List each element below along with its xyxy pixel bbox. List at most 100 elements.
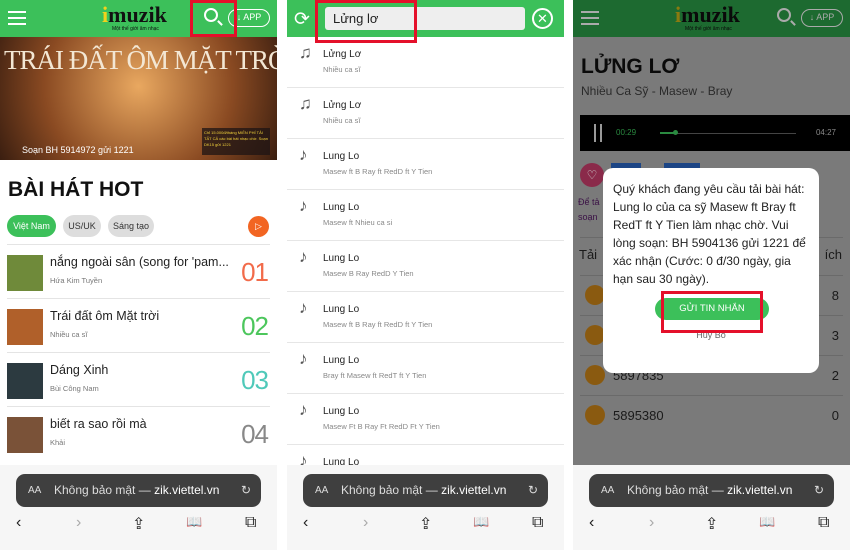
share-icon[interactable]: ⇪ bbox=[132, 514, 145, 534]
song-rank: 01 bbox=[241, 257, 269, 287]
result-title: Lung Lo bbox=[323, 151, 360, 162]
ringtone-icon: ♪ bbox=[299, 400, 308, 419]
instruction-text: Để tả bbox=[578, 197, 600, 207]
share-icon[interactable]: ⇪ bbox=[419, 514, 432, 534]
search-result[interactable]: ♪ Lung Lo Masew ft B Ray ft RedD ft Y Tien bbox=[287, 139, 564, 190]
logo-tagline: Một thế giới âm nhạc bbox=[685, 26, 732, 32]
security-label: Không bảo mật — bbox=[341, 483, 442, 497]
chip-us-uk[interactable]: US/UK bbox=[63, 215, 101, 237]
progress-track[interactable] bbox=[660, 133, 796, 134]
music-notes-icon: ♫ bbox=[299, 43, 312, 62]
song-row[interactable]: nắng ngoài sân (song for 'pam... Hứa Kim … bbox=[7, 244, 270, 298]
song-rank: 03 bbox=[241, 365, 269, 395]
progress-handle[interactable] bbox=[672, 130, 678, 135]
song-artist: Bùi Công Nam bbox=[50, 384, 99, 393]
result-artist: Masew B Ray RedD Y Tien bbox=[323, 269, 414, 278]
forward-icon[interactable]: › bbox=[76, 514, 81, 532]
song-row[interactable]: Trái đất ôm Mặt trời Nhiều ca sĩ 02 bbox=[7, 298, 270, 352]
back-icon[interactable]: ‹ bbox=[589, 514, 594, 532]
chip-sang-tao[interactable]: Sáng tạo bbox=[108, 215, 154, 237]
instruction-text-2: soạn bbox=[578, 212, 598, 222]
download-icon[interactable] bbox=[585, 285, 605, 305]
result-artist: Nhiều ca sĩ bbox=[323, 65, 361, 74]
reader-button[interactable]: AA bbox=[28, 474, 41, 507]
ringtone-icon: ♪ bbox=[299, 298, 308, 317]
search-result[interactable]: ♫ Lửng Lơ Nhiều ca sĩ bbox=[287, 37, 564, 88]
address-bar[interactable]: AA Không bảo mật — zik.viettel.vn ↻ bbox=[589, 474, 834, 507]
search-result[interactable]: ♪ Lung Lo Bray ft Masew ft RedT ft Y Tien bbox=[287, 343, 564, 394]
ringtone-code-row[interactable]: 5895380 0 bbox=[580, 395, 843, 435]
result-artist: Masew ft B Ray ft RedD ft Y Tien bbox=[323, 167, 433, 176]
bookmarks-icon[interactable]: 📖 bbox=[473, 514, 489, 530]
song-thumbnail bbox=[7, 417, 43, 453]
result-title: Lửng Lơ bbox=[323, 100, 362, 111]
download-icon[interactable] bbox=[585, 405, 605, 425]
ringtone-icon: ♪ bbox=[299, 349, 308, 368]
search-result[interactable]: ♪ Lung Lo Masew ft B Ray ft RedD ft Y Tien bbox=[287, 292, 564, 343]
url-host: zik.viettel.vn bbox=[154, 483, 220, 497]
ringtone-icon: ♪ bbox=[299, 145, 308, 164]
download-count: 2 bbox=[831, 368, 839, 383]
address-bar[interactable]: AA Không bảo mật — zik.viettel.vn ↻ bbox=[303, 474, 548, 507]
refresh-icon[interactable]: ⟳ bbox=[294, 8, 310, 31]
download-count: 8 bbox=[831, 288, 839, 303]
song-artist: Nhiều ca sĩ bbox=[50, 330, 88, 339]
result-artist: Masew ft B Ray ft RedD ft Y Tien bbox=[323, 320, 433, 329]
reload-icon[interactable]: ↻ bbox=[814, 474, 824, 507]
header: imuzik Một thế giới âm nhạc ↓ APP bbox=[573, 0, 850, 37]
search-result[interactable]: ♫ Lửng Lơ Nhiều ca sĩ bbox=[287, 88, 564, 139]
pause-icon[interactable] bbox=[594, 124, 602, 142]
share-icon[interactable]: ⇪ bbox=[705, 514, 718, 534]
song-row[interactable]: Dáng Xinh Bùi Công Nam 03 bbox=[7, 352, 270, 406]
result-title: Lung Lo bbox=[323, 304, 360, 315]
heart-icon[interactable]: ♡ bbox=[580, 163, 604, 187]
tabs-icon[interactable]: ⧉ bbox=[532, 514, 543, 532]
search-icon[interactable] bbox=[777, 8, 791, 22]
logo-text: muzik bbox=[681, 2, 740, 27]
url-host: zik.viettel.vn bbox=[727, 483, 793, 497]
back-icon[interactable]: ‹ bbox=[303, 514, 308, 532]
logo[interactable]: imuzik Một thế giới âm nhạc bbox=[675, 2, 740, 32]
url-host: zik.viettel.vn bbox=[441, 483, 507, 497]
promo-box[interactable]: Chỉ 15.000đ/tháng MIỄN PHÍ TẢI TẤT CẢ cá… bbox=[202, 128, 270, 155]
reader-button[interactable]: AA bbox=[601, 474, 614, 507]
music-notes-icon: ♫ bbox=[299, 94, 312, 113]
reader-button[interactable]: AA bbox=[315, 474, 328, 507]
result-title: Lung Lo bbox=[323, 202, 360, 213]
reload-icon[interactable]: ↻ bbox=[241, 474, 251, 507]
column-header-download: Tải bbox=[579, 247, 598, 262]
browser-toolbar: ‹ › ⇪ 📖 ⧉ bbox=[573, 512, 850, 542]
banner-sms: Soạn BH 5914972 gửi 1221 bbox=[22, 145, 134, 155]
home-screen: imuzik Một thế giới âm nhạc ↓ APP TRÁI ĐẤ… bbox=[0, 0, 277, 550]
logo-tagline: Một thế giới âm nhạc bbox=[112, 26, 159, 32]
download-icon[interactable] bbox=[585, 325, 605, 345]
search-result[interactable]: ♪ Lung Lo Masew ft Nhieu ca si bbox=[287, 190, 564, 241]
address-bar[interactable]: AA Không bảo mật — zik.viettel.vn ↻ bbox=[16, 474, 261, 507]
download-count: 3 bbox=[831, 328, 839, 343]
result-title: Lung Lo bbox=[323, 355, 360, 366]
tabs-icon[interactable]: ⧉ bbox=[818, 514, 829, 532]
bookmarks-icon[interactable]: 📖 bbox=[186, 514, 202, 530]
song-row[interactable]: biết ra sao rồi mà Khải 04 bbox=[7, 406, 270, 460]
play-all-icon[interactable]: ▷ bbox=[248, 216, 269, 237]
reload-icon[interactable]: ↻ bbox=[528, 474, 538, 507]
forward-icon[interactable]: › bbox=[649, 514, 654, 532]
app-download-button[interactable]: ↓ APP bbox=[801, 9, 843, 27]
ringtone-icon: ♪ bbox=[299, 196, 308, 215]
section-title: BÀI HÁT HOT bbox=[8, 178, 144, 201]
tabs-icon[interactable]: ⧉ bbox=[245, 514, 256, 532]
menu-icon[interactable] bbox=[581, 11, 599, 25]
back-icon[interactable]: ‹ bbox=[16, 514, 21, 532]
logo[interactable]: imuzik Một thế giới âm nhạc bbox=[102, 2, 167, 32]
close-icon[interactable]: ✕ bbox=[532, 8, 553, 29]
forward-icon[interactable]: › bbox=[363, 514, 368, 532]
chip-viet-nam[interactable]: Việt Nam bbox=[7, 215, 56, 237]
search-result[interactable]: ♪ Lung Lo Masew Ft B Ray Ft RedD Ft Y Tien bbox=[287, 394, 564, 445]
search-result[interactable]: ♪ Lung Lo Masew B Ray RedD Y Tien bbox=[287, 241, 564, 292]
bookmarks-icon[interactable]: 📖 bbox=[759, 514, 775, 530]
song-thumbnail bbox=[7, 309, 43, 345]
song-thumbnail bbox=[7, 363, 43, 399]
download-icon[interactable] bbox=[585, 365, 605, 385]
menu-icon[interactable] bbox=[8, 11, 26, 25]
song-title: biết ra sao rồi mà bbox=[50, 417, 147, 431]
